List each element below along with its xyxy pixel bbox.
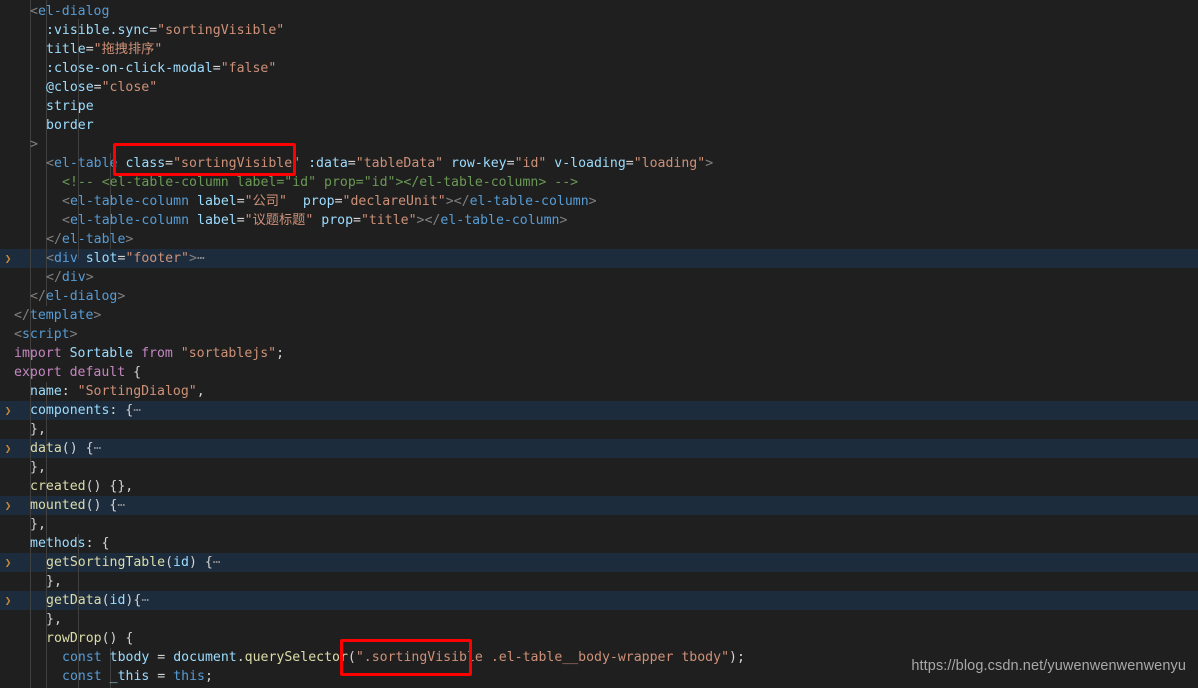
- code-line[interactable]: const _this = this;: [62, 667, 213, 686]
- code-line[interactable]: stripe: [46, 97, 94, 116]
- code-line-folded[interactable]: components: {⋯: [30, 401, 141, 420]
- code-line-folded[interactable]: data() {⋯: [30, 439, 102, 458]
- code-line[interactable]: name: "SortingDialog",: [30, 382, 205, 401]
- fold-chevron-icon[interactable]: ❯: [2, 591, 14, 610]
- code-editor-surface[interactable]: ❯ ❯ ❯ ❯ ❯ ❯ <el-dialog :visible.sync="so…: [0, 0, 1198, 688]
- fold-chevron-icon[interactable]: ❯: [2, 553, 14, 572]
- fold-chevron-icon[interactable]: ❯: [2, 401, 14, 420]
- code-line[interactable]: },: [30, 515, 46, 534]
- code-line[interactable]: :visible.sync="sortingVisible": [46, 21, 284, 40]
- code-line[interactable]: </div>: [46, 268, 94, 287]
- code-line[interactable]: </el-dialog>: [30, 287, 125, 306]
- code-line[interactable]: </el-table>: [46, 230, 133, 249]
- code-line[interactable]: },: [46, 610, 62, 629]
- watermark-text: https://blog.csdn.net/yuwenwenwenwenyu: [911, 658, 1186, 674]
- folded-row-highlight: [0, 591, 1198, 610]
- code-line-folded[interactable]: mounted() {⋯: [30, 496, 125, 515]
- folded-row-highlight: [0, 439, 1198, 458]
- code-line[interactable]: title="拖拽排序": [46, 40, 162, 59]
- fold-chevron-icon[interactable]: ❯: [2, 249, 14, 268]
- code-line[interactable]: <el-table-column label="议题标题" prop="titl…: [62, 211, 567, 230]
- code-line[interactable]: export default {: [14, 363, 141, 382]
- code-line[interactable]: </template>: [14, 306, 101, 325]
- code-line[interactable]: },: [30, 458, 46, 477]
- code-editor-screenshot: ❯ ❯ ❯ ❯ ❯ ❯ <el-dialog :visible.sync="so…: [0, 0, 1198, 688]
- code-line[interactable]: <el-table-column label="公司" prop="declar…: [62, 192, 597, 211]
- folded-row-highlight: [0, 496, 1198, 515]
- code-line-folded[interactable]: <div slot="footer">⋯: [46, 249, 205, 268]
- code-line-folded[interactable]: getSortingTable(id) {⋯: [46, 553, 221, 572]
- fold-chevron-icon[interactable]: ❯: [2, 439, 14, 458]
- code-line[interactable]: border: [46, 116, 94, 135]
- code-line-folded[interactable]: getData(id){⋯: [46, 591, 149, 610]
- fold-chevron-icon[interactable]: ❯: [2, 496, 14, 515]
- code-line[interactable]: @close="close": [46, 78, 157, 97]
- annotation-box-class-attribute: [113, 143, 296, 176]
- code-line[interactable]: },: [46, 572, 62, 591]
- code-line[interactable]: methods: {: [30, 534, 109, 553]
- code-line[interactable]: :close-on-click-modal="false": [46, 59, 276, 78]
- code-line[interactable]: rowDrop() {: [46, 629, 133, 648]
- annotation-box-selector-string: [340, 639, 472, 676]
- code-line[interactable]: created() {},: [30, 477, 133, 496]
- code-line[interactable]: },: [30, 420, 46, 439]
- code-line[interactable]: <script>: [14, 325, 78, 344]
- code-line[interactable]: >: [30, 135, 38, 154]
- code-line[interactable]: import Sortable from "sortablejs";: [14, 344, 284, 363]
- folded-row-highlight: [0, 401, 1198, 420]
- code-line[interactable]: <el-dialog: [30, 2, 109, 21]
